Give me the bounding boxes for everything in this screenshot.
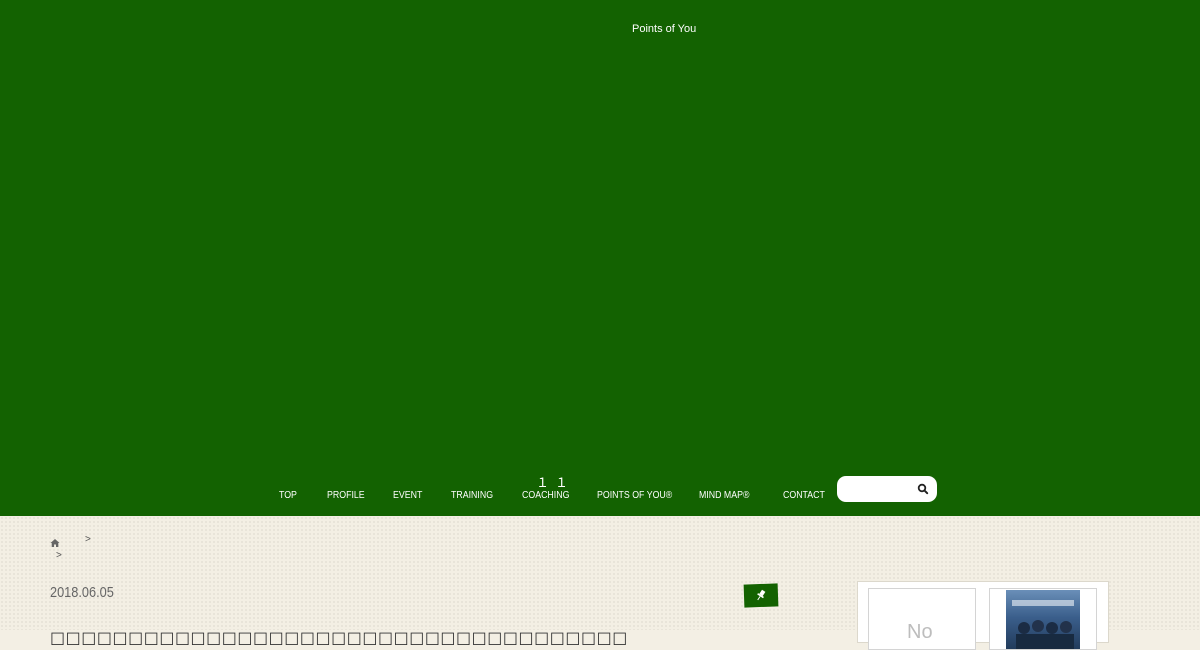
nav-item-points-of-you[interactable]: POINTS OF YOU® [597, 490, 672, 501]
home-icon[interactable] [50, 535, 60, 547]
breadcrumb-separator: > [56, 550, 62, 561]
search-input[interactable] [845, 480, 911, 498]
nav-item-training[interactable]: TRAINING [451, 490, 493, 501]
nav-item-event[interactable]: EVENT [393, 490, 422, 501]
nav-item-mind-map[interactable]: MIND MAP® [699, 490, 749, 501]
global-nav: １１ TOP PROFILE EVENT TRAINING COACHING P… [0, 470, 1200, 510]
sidebar-widget: No [857, 581, 1109, 650]
nav-item-coaching[interactable]: COACHING [522, 490, 569, 501]
breadcrumb-separator: > [85, 534, 91, 545]
noimage-label: No [907, 621, 933, 643]
nav-superscript: １１ [536, 476, 575, 491]
post-thumbnail-photo[interactable] [989, 588, 1097, 650]
site-title[interactable]: Points of You [632, 23, 696, 35]
header-hero [0, 0, 1200, 516]
post-date: 2018.06.05 [50, 584, 114, 601]
post-title: □□□□□□□□□□□□□□□□□□□□□□□□□□□□□□□□□□□□□ [50, 627, 628, 647]
pin-badge [743, 583, 779, 608]
nav-item-contact[interactable]: CONTACT [783, 490, 825, 501]
search-box [837, 476, 937, 502]
post-thumbnail[interactable]: No [868, 588, 976, 650]
nav-item-profile[interactable]: PROFILE [327, 490, 365, 501]
search-icon[interactable] [915, 481, 931, 497]
pin-icon [744, 589, 779, 611]
movie-poster-thumbnail [1006, 590, 1080, 649]
nav-item-top[interactable]: TOP [279, 490, 297, 501]
